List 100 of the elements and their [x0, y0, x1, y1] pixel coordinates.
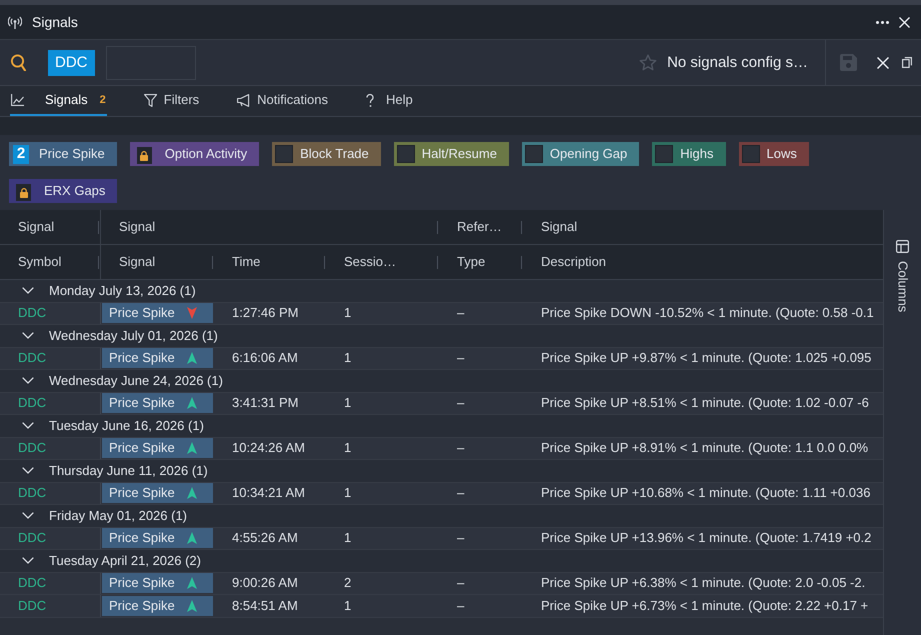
- column-header[interactable]: Type: [439, 245, 523, 279]
- chevron-icon[interactable]: [22, 512, 34, 520]
- signal-type-chip[interactable]: Block Trade: [272, 142, 381, 166]
- columns-label: Columns: [894, 261, 910, 312]
- signal-type-chip[interactable]: Halt/Resume: [394, 142, 509, 166]
- table-cell-text: 1: [343, 529, 352, 548]
- table-cell-text: 6:16:06 AM: [231, 349, 299, 368]
- table-cell-text: 1: [343, 304, 352, 322]
- antenna-icon: [8, 16, 22, 28]
- line-chart-icon: [11, 94, 24, 106]
- columns-tab[interactable]: Columns: [894, 240, 910, 635]
- chevron-icon[interactable]: [22, 557, 34, 564]
- table-cell-text: –: [456, 484, 466, 502]
- group-label: Wednesday July 01, 2026 (1): [49, 328, 218, 344]
- close-icon[interactable]: [899, 16, 910, 28]
- table-cell-text: 1: [343, 439, 352, 458]
- tab[interactable]: Notifications: [236, 86, 329, 116]
- checkbox[interactable]: [396, 145, 415, 163]
- table-cell-text: 8:54:51 AM: [231, 596, 299, 615]
- signal-type-chip[interactable]: Highs: [652, 142, 726, 166]
- symbol-cell: DDC: [0, 482, 101, 504]
- close-icon[interactable]: [877, 56, 889, 68]
- table-cell-text: Price Spike UP +6.38% < 1 minute. (Quote: 2.0 -0.05 -2.: [540, 574, 866, 592]
- table-cell-text: –: [456, 596, 466, 615]
- signal-type-chip[interactable]: 2 Price Spike: [9, 142, 117, 166]
- checkbox[interactable]: [742, 145, 760, 163]
- table-cell-text: 4:55:26 AM: [231, 529, 299, 548]
- table-cell-text: 9:00:26 AM: [231, 574, 299, 592]
- symbol-cell: DDC: [0, 572, 101, 594]
- signal-type-chip[interactable]: ERX Gaps: [9, 179, 118, 203]
- column-group-header[interactable]: Refer…: [439, 210, 523, 244]
- column-header[interactable]: Time: [214, 245, 326, 279]
- column-group-header[interactable]: Signal: [101, 210, 439, 244]
- config-status-text: No signals config s…: [667, 54, 808, 72]
- column-header[interactable]: Symbol: [0, 245, 101, 279]
- group-label: Tuesday June 16, 2026 (1): [49, 418, 204, 434]
- table-cell-text: –: [456, 574, 466, 592]
- copy-icon[interactable]: [902, 57, 912, 68]
- table-cell-text: 3:41:31 PM: [231, 394, 300, 412]
- signal-type-chip[interactable]: Lows: [738, 142, 809, 166]
- count-badge[interactable]: 2: [13, 144, 29, 164]
- table-cell-text: Price Spike UP +13.96% < 1 minute. (Quote: 1.7419 +0.2: [540, 529, 872, 548]
- table-cell-text: –: [456, 394, 466, 412]
- tab[interactable]: Filters: [142, 86, 200, 116]
- symbol-cell: DDC: [0, 595, 101, 616]
- group-label: Friday May 01, 2026 (1): [49, 508, 188, 524]
- column-header[interactable]: Sessio…: [326, 245, 439, 279]
- table-cell-text: –: [456, 349, 466, 368]
- help-icon: [366, 94, 375, 106]
- table-cell-text: Price Spike UP +10.68% < 1 minute. (Quote: 1.11 +0.036: [540, 484, 872, 502]
- table-cell-text: 10:24:26 AM: [231, 439, 306, 458]
- table-cell-text: 1: [343, 596, 352, 615]
- checkbox[interactable]: [275, 145, 294, 163]
- signal-label: Price Spike: [109, 530, 175, 546]
- group-label: Thursday June 11, 2026 (1): [49, 462, 208, 479]
- signal-label: Price Spike: [109, 598, 175, 614]
- table-cell-text: Price Spike UP +9.87% < 1 minute. (Quote: 1.025 +0.095: [540, 349, 872, 368]
- signal-label: Price Spike: [109, 350, 175, 366]
- signal-type-chip[interactable]: Opening Gap: [522, 142, 640, 166]
- chevron-icon[interactable]: [22, 332, 34, 340]
- chevron-icon[interactable]: [22, 467, 34, 474]
- signal-type-chip[interactable]: Option Activity: [130, 142, 260, 166]
- star-icon[interactable]: [639, 54, 658, 71]
- table-cell-text: Price Spike UP +8.91% < 1 minute. (Quote: 1.1 0.0 0.0%: [540, 439, 870, 458]
- column-header[interactable]: Signal: [101, 245, 214, 279]
- more-icon[interactable]: [876, 20, 889, 24]
- chevron-icon[interactable]: [22, 422, 34, 430]
- symbol-cell: DDC: [0, 438, 101, 459]
- signal-label: Price Spike: [109, 440, 175, 456]
- chevron-icon[interactable]: [22, 287, 34, 294]
- table-cell-text: 1: [343, 484, 352, 502]
- chevron-icon[interactable]: [22, 377, 34, 384]
- symbol-cell: DDC: [0, 392, 101, 414]
- table-cell-text: 10:34:21 AM: [231, 484, 306, 502]
- table-cell-text: 1:27:46 PM: [231, 304, 300, 322]
- signal-label: Price Spike: [109, 485, 175, 502]
- table-cell-text: 2: [343, 574, 352, 592]
- column-group-header[interactable]: Signal: [523, 210, 883, 244]
- column-group-header[interactable]: Signal: [0, 210, 101, 244]
- symbol-cell: DDC: [0, 528, 101, 549]
- group-label: Monday July 13, 2026 (1): [49, 282, 196, 299]
- symbol-tag[interactable]: DDC: [48, 50, 94, 76]
- table-cell-text: –: [456, 529, 466, 548]
- table-cell-text: –: [456, 304, 466, 322]
- checkbox[interactable]: [524, 145, 543, 163]
- table-cell-text: 1: [343, 394, 352, 412]
- tab[interactable]: Help: [364, 86, 414, 116]
- signal-count: 2: [100, 94, 106, 108]
- column-header[interactable]: Description: [523, 245, 883, 279]
- symbol-cell: DDC: [0, 348, 101, 369]
- search-icon[interactable]: [11, 54, 26, 71]
- table-cell-text: Price Spike UP +6.73% < 1 minute. (Quote: 2.22 +0.17 +: [540, 596, 870, 615]
- group-label: Wednesday June 24, 2026 (1): [49, 372, 223, 389]
- funnel-icon: [144, 94, 157, 106]
- checkbox[interactable]: [655, 145, 674, 163]
- table-cell-text: 1: [343, 349, 352, 368]
- columns-icon: [896, 240, 909, 253]
- signal-label: Price Spike: [109, 395, 175, 412]
- table-cell-text: –: [456, 439, 466, 458]
- group-label: Tuesday April 21, 2026 (2): [49, 552, 201, 569]
